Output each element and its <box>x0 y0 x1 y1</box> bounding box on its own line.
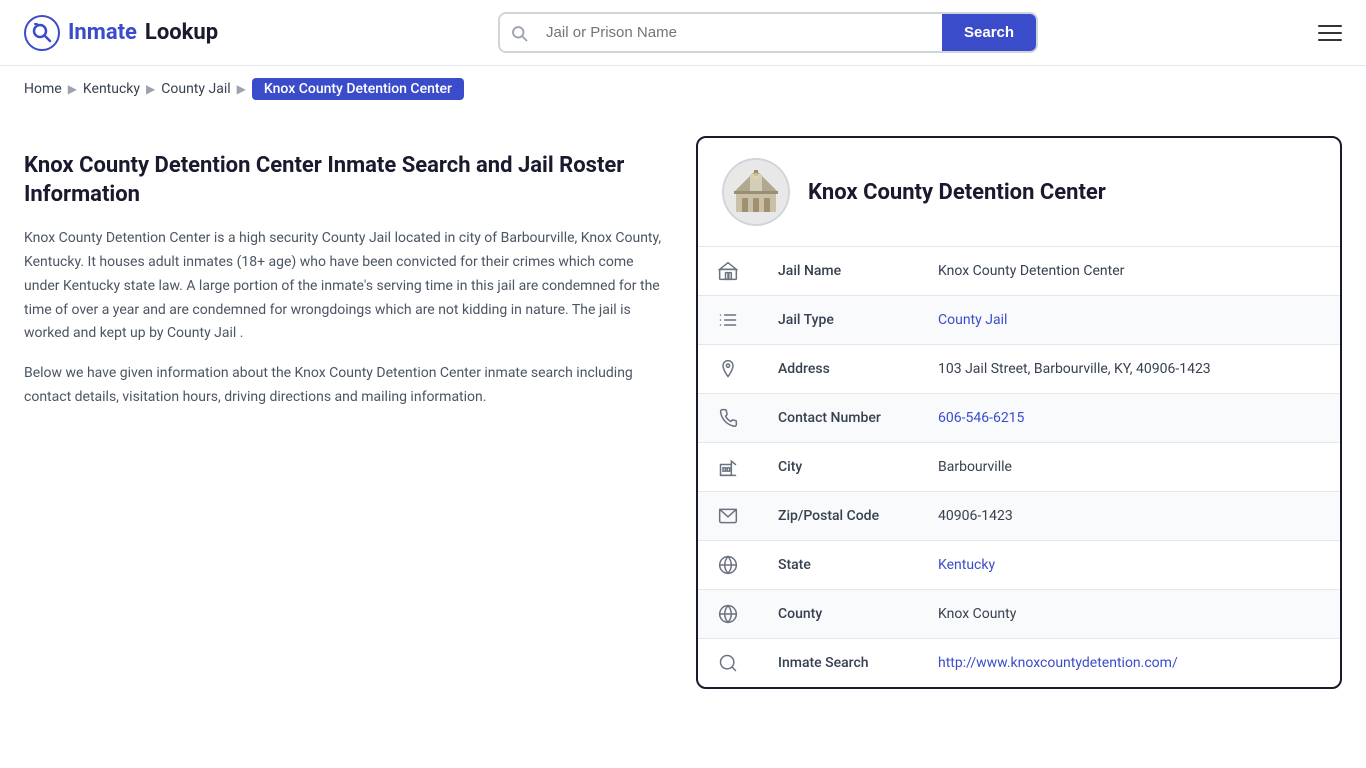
row-value: 40906-1423 <box>918 492 1340 541</box>
row-label: State <box>758 541 918 590</box>
breadcrumb-home[interactable]: Home <box>24 81 62 97</box>
row-label: Inmate Search <box>758 639 918 688</box>
info-card-title: Knox County Detention Center <box>808 180 1106 205</box>
row-value: Knox County Detention Center <box>918 247 1340 296</box>
search-button[interactable]: Search <box>942 14 1036 51</box>
logo[interactable]: Inmate Lookup <box>24 15 218 51</box>
info-card: Knox County Detention Center Jail NameKn… <box>696 136 1342 689</box>
breadcrumb: Home ▶ Kentucky ▶ County Jail ▶ Knox Cou… <box>0 66 1366 112</box>
table-row: CityBarbourville <box>698 443 1340 492</box>
logo-lookup: Lookup <box>145 20 218 45</box>
row-value[interactable]: http://www.knoxcountydetention.com/ <box>918 639 1340 688</box>
list-icon <box>698 296 758 345</box>
row-label: Zip/Postal Code <box>758 492 918 541</box>
row-label: Jail Name <box>758 247 918 296</box>
table-row: Inmate Searchhttp://www.knoxcountydetent… <box>698 639 1340 688</box>
table-row: Jail TypeCounty Jail <box>698 296 1340 345</box>
zip-icon <box>698 492 758 541</box>
breadcrumb-state[interactable]: Kentucky <box>83 81 140 97</box>
row-label: Contact Number <box>758 394 918 443</box>
info-card-header: Knox County Detention Center <box>698 138 1340 247</box>
row-value: Knox County <box>918 590 1340 639</box>
search-icon <box>698 639 758 688</box>
main-content: Knox County Detention Center Inmate Sear… <box>0 112 1366 713</box>
info-table: Jail NameKnox County Detention CenterJai… <box>698 247 1340 687</box>
logo-inmate: Inmate <box>68 20 137 45</box>
breadcrumb-sep-3: ▶ <box>237 82 246 96</box>
table-row: Jail NameKnox County Detention Center <box>698 247 1340 296</box>
table-row: CountyKnox County <box>698 590 1340 639</box>
breadcrumb-sep-1: ▶ <box>68 82 77 96</box>
page-heading: Knox County Detention Center Inmate Sear… <box>24 152 664 209</box>
row-label: County <box>758 590 918 639</box>
row-value[interactable]: Kentucky <box>918 541 1340 590</box>
table-row: Zip/Postal Code40906-1423 <box>698 492 1340 541</box>
jail-icon <box>698 247 758 296</box>
phone-icon <box>698 394 758 443</box>
search-icon-wrap <box>500 24 538 42</box>
row-value: 103 Jail Street, Barbourville, KY, 40906… <box>918 345 1340 394</box>
county-icon <box>698 590 758 639</box>
location-icon <box>698 345 758 394</box>
row-value: Barbourville <box>918 443 1340 492</box>
row-label: Jail Type <box>758 296 918 345</box>
menu-line-2 <box>1318 32 1342 34</box>
city-icon <box>698 443 758 492</box>
description-paragraph-1: Knox County Detention Center is a high s… <box>24 227 664 346</box>
menu-button[interactable] <box>1318 25 1342 41</box>
row-value[interactable]: County Jail <box>918 296 1340 345</box>
search-icon <box>510 24 528 42</box>
table-row: StateKentucky <box>698 541 1340 590</box>
menu-line-1 <box>1318 25 1342 27</box>
row-label: City <box>758 443 918 492</box>
row-label: Address <box>758 345 918 394</box>
search-input[interactable] <box>538 14 942 51</box>
description-paragraph-2: Below we have given information about th… <box>24 362 664 410</box>
jail-avatar <box>722 158 790 226</box>
menu-line-3 <box>1318 39 1342 41</box>
left-panel: Knox County Detention Center Inmate Sear… <box>24 136 664 689</box>
row-value[interactable]: 606-546-6215 <box>918 394 1340 443</box>
table-row: Address103 Jail Street, Barbourville, KY… <box>698 345 1340 394</box>
table-row: Contact Number606-546-6215 <box>698 394 1340 443</box>
globe-icon <box>698 541 758 590</box>
breadcrumb-type[interactable]: County Jail <box>161 81 230 97</box>
breadcrumb-sep-2: ▶ <box>146 82 155 96</box>
header: Inmate Lookup Search <box>0 0 1366 66</box>
search-bar: Search <box>498 12 1038 53</box>
breadcrumb-current: Knox County Detention Center <box>252 78 464 100</box>
